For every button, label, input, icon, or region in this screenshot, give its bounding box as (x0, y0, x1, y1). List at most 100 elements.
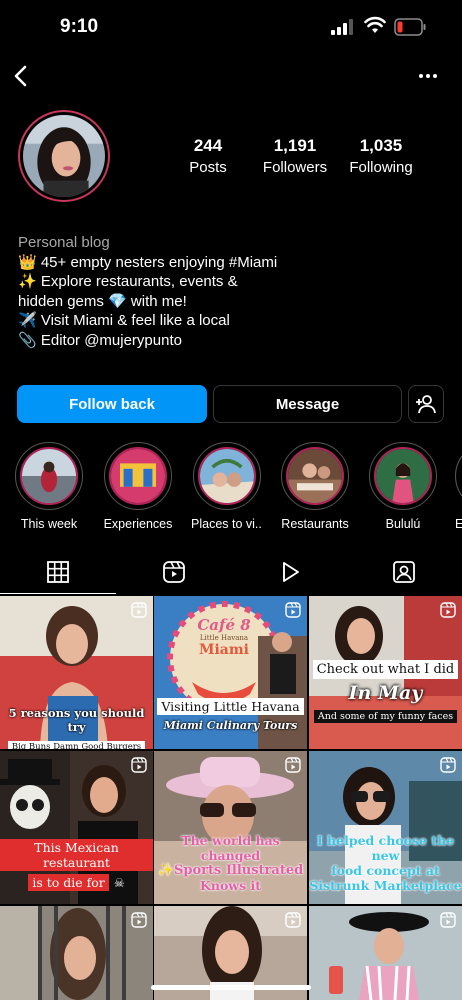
reel-icon (131, 912, 147, 928)
bio-line: 👑 45+ empty nesters enjoying #Miami (18, 253, 278, 271)
following-count-label: Following (349, 159, 413, 176)
profile-category: Personal blog (18, 234, 110, 251)
play-icon (283, 562, 299, 582)
post-caption-subtitle: Sports Illustrated (173, 863, 304, 878)
post-tile[interactable]: 5 reasons you should try Big Buns Damn G… (0, 596, 153, 749)
battery-icon (394, 18, 426, 36)
post-tile[interactable]: The world has changed ✨Sports Illustrate… (154, 751, 307, 904)
post-caption-subtitle: Miami Culinary Tours (163, 719, 298, 732)
cellular-signal-icon (331, 19, 353, 35)
reel-icon (440, 912, 456, 928)
profile-bio: Personal blog 👑 45+ empty nesters enjoyi… (18, 233, 438, 350)
tab-reels[interactable] (116, 550, 232, 594)
wifi-icon (364, 16, 386, 33)
highlight-ring (193, 442, 261, 510)
post-tile[interactable]: Café 8 Little Havana Miami Visiting Litt… (154, 596, 307, 749)
bio-line: ✨ Explore restaurants, events & (18, 273, 238, 290)
followers-count-label: Followers (262, 159, 328, 176)
highlight-ring (369, 442, 437, 510)
post-tile[interactable]: I helped choose the new food concept at … (309, 751, 462, 904)
bio-line: 📎 Editor @mujerypunto (18, 331, 182, 349)
reel-icon (440, 757, 456, 773)
highlight-bululu[interactable]: Bululú (367, 442, 439, 531)
post-tile[interactable]: Check out what I did In May And some of … (309, 596, 462, 749)
highlight-label: Experiences (103, 517, 173, 531)
post-tile[interactable] (0, 906, 153, 1000)
profile-tabs (0, 550, 462, 594)
post-caption: 5 reasons you should try Big Buns Damn G… (0, 706, 153, 749)
highlight-label: E (455, 517, 462, 531)
highlight-ring (455, 442, 462, 510)
posts-count[interactable]: 244 Posts (176, 136, 240, 176)
post-caption: I helped choose the new food concept at … (309, 833, 462, 893)
profile-photo (23, 115, 105, 197)
highlight-label: This week (20, 517, 78, 531)
post-caption-title: 5 reasons you should try (8, 706, 145, 734)
reel-icon (131, 602, 147, 618)
post-sign-line: Café 8 (197, 616, 251, 634)
highlight-label: Places to vi... (191, 517, 263, 531)
followers-count-value: 1,191 (273, 136, 317, 155)
post-caption-subtitle: Big Buns Damn Good Burgers (7, 741, 146, 749)
grid-icon (47, 560, 69, 583)
post-caption: Check out what I did In May And some of … (309, 658, 462, 723)
tab-tagged[interactable] (346, 550, 462, 594)
highlight-experiences[interactable]: Experiences (102, 442, 174, 531)
tab-posts-grid[interactable] (0, 550, 116, 594)
status-bar: 9:10 (0, 0, 462, 54)
home-indicator[interactable] (151, 985, 311, 990)
skull-emoji-icon: ☠ (113, 876, 125, 890)
post-caption-note: Sistrunk Marketplace (309, 878, 462, 893)
post-caption: Visiting Little Havana Miami Culinary To… (154, 696, 307, 732)
post-caption-row: is to die for ☠ (0, 872, 153, 891)
highlight-label: Bululú (385, 517, 421, 531)
tagged-icon (393, 561, 415, 583)
highlight-ring (281, 442, 349, 510)
back-arrow-icon[interactable] (10, 62, 34, 90)
add-person-icon (416, 395, 436, 414)
post-caption-title: This Mexican restaurant (0, 839, 153, 871)
highlight-ring (15, 442, 83, 510)
highlight-places[interactable]: Places to vi... (191, 442, 263, 531)
post-caption-subtitle: In May (348, 682, 423, 704)
highlight-ring (104, 442, 172, 510)
following-count-value: 1,035 (359, 136, 403, 155)
post-caption-subtitle: is to die for (28, 874, 109, 891)
profile-header (0, 56, 462, 96)
highlight-this-week[interactable]: This week (13, 442, 85, 531)
status-time: 9:10 (60, 16, 99, 37)
posts-count-value: 244 (193, 136, 223, 155)
following-count[interactable]: 1,035 Following (344, 136, 418, 176)
more-options-icon[interactable] (414, 64, 442, 88)
post-caption: The world has changed ✨Sports Illustrate… (154, 833, 307, 893)
highlight-label: Restaurants (281, 517, 349, 531)
posts-count-label: Posts (189, 159, 227, 176)
post-sign-line: Little Havana (199, 634, 249, 642)
highlight-restaurants[interactable]: Restaurants (279, 442, 351, 531)
message-button[interactable]: Message (213, 385, 402, 423)
avatar[interactable] (18, 110, 110, 202)
reel-icon (285, 757, 301, 773)
post-caption-title: I helped choose the new (316, 833, 455, 863)
tab-videos[interactable] (232, 550, 348, 594)
reel-icon (285, 912, 301, 928)
reel-icon (440, 602, 456, 618)
post-caption: This Mexican restaurant is to die for ☠ (0, 839, 153, 891)
post-caption-title: Visiting Little Havana (157, 698, 304, 715)
post-tile[interactable] (309, 906, 462, 1000)
bio-line: hidden gems 💎 with me! (18, 292, 187, 310)
follow-back-button[interactable]: Follow back (17, 385, 207, 423)
post-sign: Café 8 Little Havana Miami (154, 616, 304, 658)
sparkles-icon: ✨ (157, 863, 174, 878)
bio-line: ✈️ Visit Miami & feel like a local (18, 312, 230, 329)
post-tile[interactable]: This Mexican restaurant is to die for ☠ (0, 751, 153, 904)
post-caption-note: Knows it (200, 878, 261, 893)
post-caption-row: ✨Sports Illustrated (154, 863, 307, 878)
post-caption-note: And some of my funny faces (313, 710, 458, 723)
post-sign-line: Miami (198, 642, 250, 658)
suggested-users-button[interactable] (408, 385, 444, 423)
highlight-partial[interactable]: E (455, 442, 462, 531)
post-caption-title: The world has changed (181, 833, 280, 863)
post-caption-title: Check out what I did (312, 660, 459, 679)
followers-count[interactable]: 1,191 Followers (256, 136, 334, 176)
